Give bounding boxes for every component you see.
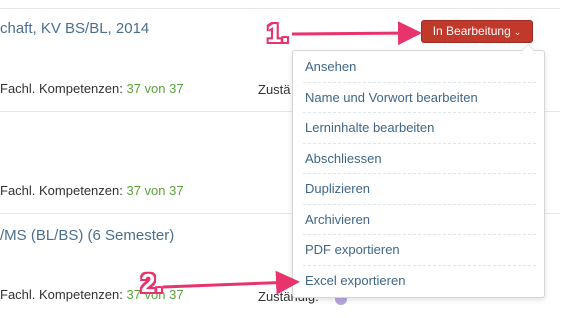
annotation-arrow-1 — [291, 21, 422, 46]
annotation-arrows — [162, 21, 422, 295]
annotation-step-2: 2. — [141, 268, 163, 298]
annotation-step-1: 1. — [267, 18, 289, 48]
annotation-arrow-2 — [162, 270, 300, 295]
